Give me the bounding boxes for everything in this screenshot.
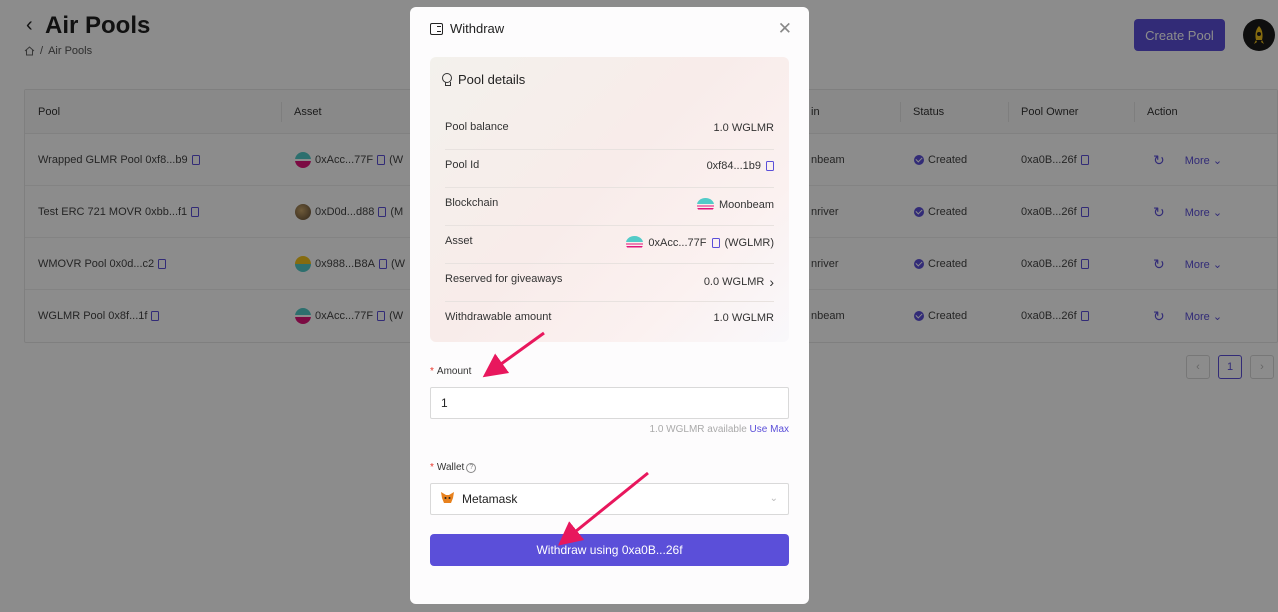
wallet-select[interactable]: Metamask ⌄ (430, 483, 789, 515)
detail-row-pool-id: Pool Id 0xf84...1b9 (445, 150, 774, 188)
amount-input[interactable]: 1 (430, 387, 789, 419)
detail-label: Pool Id (445, 159, 480, 171)
detail-row-pool-balance: Pool balance 1.0 WGLMR (445, 112, 774, 150)
withdraw-button[interactable]: Withdraw using 0xa0B...26f (430, 534, 789, 566)
detail-label: Withdrawable amount (445, 311, 552, 323)
detail-label: Blockchain (445, 197, 499, 209)
amount-value: 1 (441, 396, 448, 410)
copy-icon[interactable] (766, 161, 774, 171)
moonbeam-icon (696, 198, 714, 212)
pool-details-header: Pool details (442, 72, 525, 87)
required-asterisk: * (430, 366, 434, 377)
wallet-selected-value: Metamask (462, 492, 518, 506)
modal-header: Withdraw (430, 21, 504, 36)
modal-title: Withdraw (450, 21, 505, 36)
detail-label: Reserved for giveaways (445, 273, 563, 285)
available-hint: 1.0 WGLMR available Use Max (650, 424, 790, 435)
wallet-label: * Wallet? (430, 462, 477, 473)
wallet-icon (430, 22, 443, 35)
reserved-value: 0.0 WGLMR (703, 276, 765, 288)
required-asterisk: * (430, 462, 434, 473)
amount-label-text: Amount (436, 366, 472, 377)
detail-value: 1.0 WGLMR (713, 312, 774, 324)
chevron-right-icon[interactable]: › (769, 274, 774, 290)
detail-row-asset: Asset 0xAcc...77F (WGLMR) (445, 226, 774, 264)
withdraw-modal: Withdraw ✕ Pool details Pool balance 1.0… (410, 7, 809, 604)
pool-id-value: 0xf84...1b9 (706, 160, 761, 172)
amount-label: * Amount (430, 366, 471, 377)
available-text: 1.0 WGLMR available (649, 424, 747, 435)
detail-label: Pool balance (445, 121, 509, 133)
use-max-link[interactable]: Use Max (750, 424, 789, 435)
detail-row-reserved[interactable]: Reserved for giveaways 0.0 WGLMR › (445, 264, 774, 302)
asset-symbol: (WGLMR) (724, 237, 775, 249)
pool-details-card: Pool details Pool balance 1.0 WGLMR Pool… (430, 57, 789, 342)
asset-address: 0xAcc...77F (648, 237, 707, 249)
moonbeam-icon (626, 236, 644, 250)
detail-value: Moonbeam (696, 198, 774, 212)
detail-value: 0xAcc...77F (WGLMR) (626, 236, 774, 250)
detail-label: Asset (445, 235, 473, 247)
detail-row-withdrawable: Withdrawable amount 1.0 WGLMR (445, 302, 774, 340)
pool-details-title: Pool details (458, 72, 526, 87)
detail-row-blockchain: Blockchain Moonbeam (445, 188, 774, 226)
question-circle-icon[interactable]: ? (466, 462, 477, 473)
withdrawable-value: 1.0 WGLMR (713, 312, 774, 324)
wallet-label-text: Wallet (436, 462, 465, 473)
close-icon[interactable]: ✕ (778, 19, 792, 39)
detail-value: 0xf84...1b9 (707, 160, 774, 172)
metamask-fox-icon (440, 491, 455, 508)
detail-value: 1.0 WGLMR (713, 122, 774, 134)
copy-icon[interactable] (711, 238, 720, 248)
chevron-down-icon: ⌄ (769, 493, 778, 504)
pool-balance-value: 1.0 WGLMR (713, 122, 774, 134)
detail-value: 0.0 WGLMR › (704, 274, 774, 290)
blockchain-value: Moonbeam (718, 199, 774, 211)
lightbulb-icon (442, 73, 452, 86)
